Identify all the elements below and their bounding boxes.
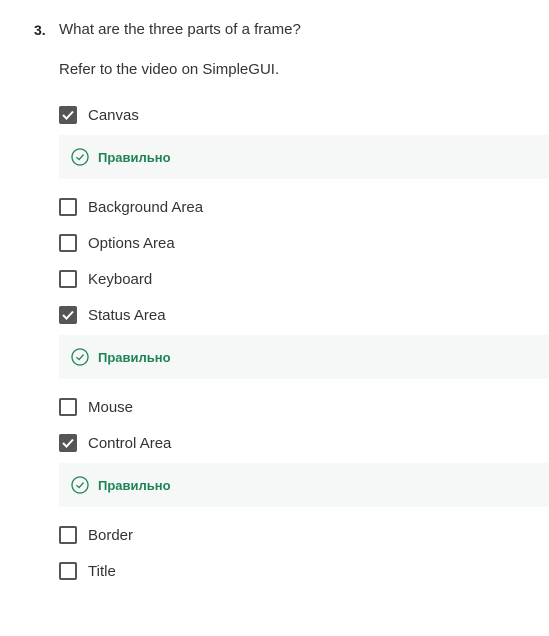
- option-title[interactable]: Title: [59, 553, 549, 589]
- option-label: Canvas: [88, 106, 139, 124]
- answer-options: Canvas Правильно Background Area Options…: [59, 97, 549, 589]
- feedback-label: Правильно: [98, 477, 171, 493]
- checkbox-checked[interactable]: [59, 106, 77, 124]
- checkbox-unchecked[interactable]: [59, 270, 77, 288]
- option-label: Keyboard: [88, 270, 153, 288]
- option-label: Title: [88, 562, 116, 580]
- option-keyboard[interactable]: Keyboard: [59, 261, 549, 297]
- option-mouse[interactable]: Mouse: [59, 389, 549, 425]
- option-control-area[interactable]: Control Area: [59, 425, 549, 461]
- feedback-correct: Правильно: [59, 135, 549, 179]
- checkbox-unchecked[interactable]: [59, 234, 77, 252]
- option-label: Options Area: [88, 234, 175, 252]
- check-circle-icon: [71, 148, 89, 166]
- feedback-correct: Правильно: [59, 335, 549, 379]
- option-label: Mouse: [88, 398, 134, 416]
- checkbox-unchecked[interactable]: [59, 562, 77, 580]
- question-hint: Refer to the video on SimpleGUI.: [59, 61, 280, 78]
- check-circle-icon: [71, 476, 89, 494]
- check-circle-icon: [71, 348, 89, 366]
- option-background-area[interactable]: Background Area: [59, 189, 549, 225]
- option-label: Status Area: [88, 306, 166, 324]
- option-label: Background Area: [88, 198, 204, 216]
- feedback-correct: Правильно: [59, 463, 549, 507]
- checkmark-icon: [62, 438, 74, 448]
- option-status-area[interactable]: Status Area: [59, 297, 549, 333]
- option-border[interactable]: Border: [59, 517, 549, 553]
- question-text: What are the three parts of a frame?: [59, 21, 301, 38]
- checkbox-unchecked[interactable]: [59, 526, 77, 544]
- checkbox-unchecked[interactable]: [59, 198, 77, 216]
- checkbox-unchecked[interactable]: [59, 398, 77, 416]
- checkbox-checked[interactable]: [59, 434, 77, 452]
- feedback-label: Правильно: [98, 349, 171, 365]
- checkbox-checked[interactable]: [59, 306, 77, 324]
- checkmark-icon: [62, 310, 74, 320]
- checkmark-icon: [62, 110, 74, 120]
- option-label: Control Area: [88, 434, 172, 452]
- feedback-label: Правильно: [98, 149, 171, 165]
- question-number: 3.: [34, 22, 46, 38]
- option-label: Border: [88, 526, 134, 544]
- option-canvas[interactable]: Canvas: [59, 97, 549, 133]
- option-options-area[interactable]: Options Area: [59, 225, 549, 261]
